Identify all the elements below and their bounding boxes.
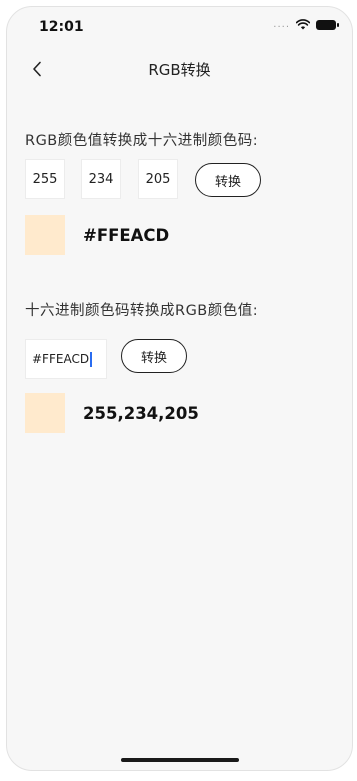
navigation-bar: RGB转换 — [7, 49, 352, 89]
blue-value-input[interactable]: 205 — [138, 159, 178, 199]
battery-icon — [316, 19, 339, 30]
page-title: RGB转换 — [148, 61, 211, 79]
rgb-convert-button[interactable]: 转换 — [195, 163, 261, 197]
status-time: 12:01 — [39, 19, 84, 35]
rgb-result-swatch — [25, 393, 65, 433]
wifi-icon — [296, 19, 310, 30]
phone-screen: 12:01 .... RGB转换 RGB颜色值转换成十六进制颜色码: 255 2… — [6, 6, 353, 771]
signal-dots-icon: .... — [273, 19, 290, 30]
hex-value-input[interactable]: #FFEACD — [25, 339, 107, 379]
rgb-to-hex-label: RGB颜色值转换成十六进制颜色码: — [25, 133, 259, 149]
rgb-result-text: 255,234,205 — [83, 404, 199, 423]
home-indicator[interactable] — [120, 758, 239, 762]
status-icons: .... — [273, 19, 339, 30]
hex-input-text: #FFEACD — [32, 352, 90, 366]
status-bar: 12:01 .... — [7, 7, 352, 49]
green-value-input[interactable]: 234 — [81, 159, 121, 199]
hex-result-text: #FFEACD — [83, 226, 170, 245]
hex-to-rgb-label: 十六进制颜色码转换成RGB颜色值: — [25, 303, 259, 319]
text-cursor — [90, 351, 92, 367]
red-value-input[interactable]: 255 — [25, 159, 65, 199]
hex-convert-button[interactable]: 转换 — [121, 339, 187, 373]
hex-result-swatch — [25, 215, 65, 255]
